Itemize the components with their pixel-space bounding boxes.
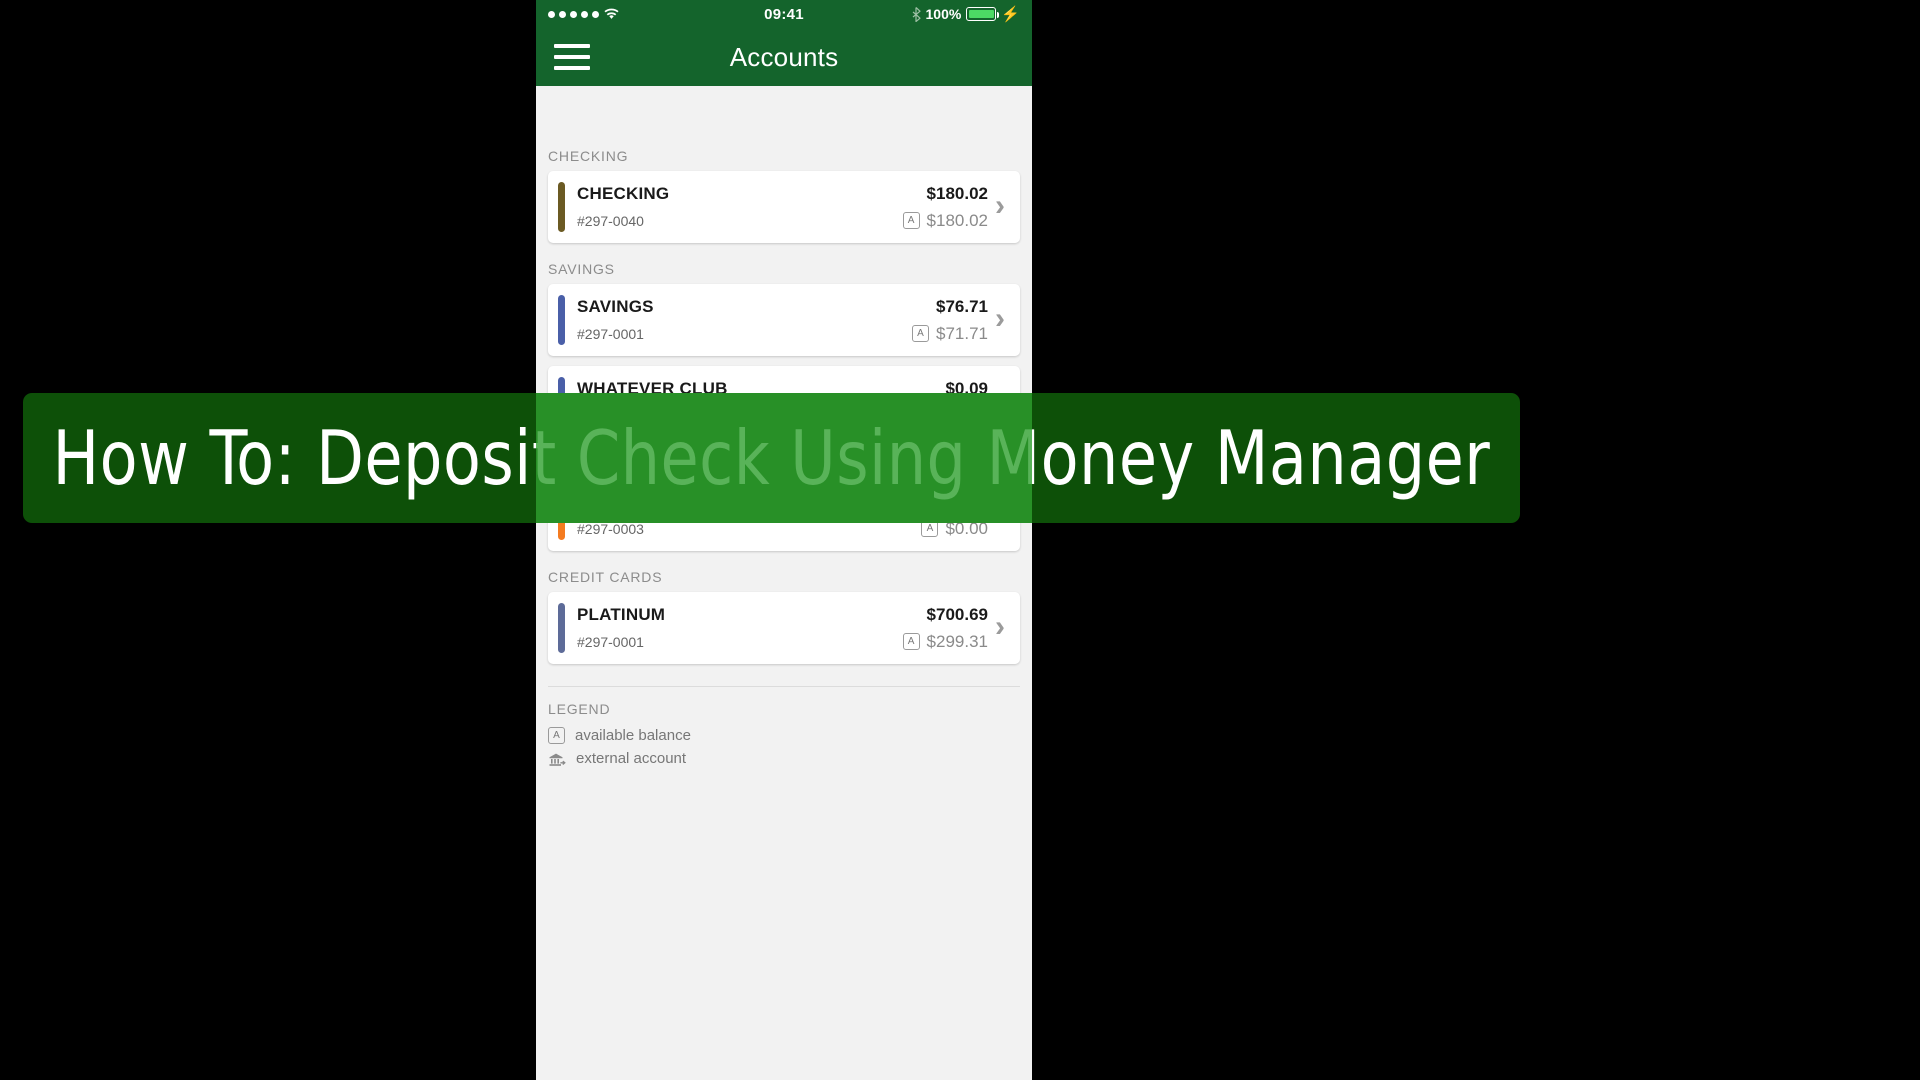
account-primary-row: CHECKING $180.02 [577,184,988,204]
available-balance: $180.02 [926,210,988,230]
account-details: CHECKING $180.02 #297-0040 A $180.02 [577,182,988,232]
battery-percent-label: 100% [925,6,962,22]
available-balance-badge-icon: A [548,727,565,744]
account-balance: $700.69 [926,604,988,624]
account-name: PLATINUM [577,604,666,624]
available-balance-badge-icon: A [902,212,920,229]
account-card[interactable]: PLATINUM $700.69 #297-0001 A $299.31 › [548,592,1020,664]
accounts-list: CHECKING CHECKING $180.02 #297-0040 A $180.02… [536,86,1032,1080]
section-label: SAVINGS [548,261,615,277]
account-details: SAVINGS $76.71 #297-0001 A $71.71 [577,295,988,345]
account-number: #297-0001 [577,633,644,650]
chevron-right-icon[interactable]: › [988,603,1012,653]
bluetooth-icon [912,6,921,22]
chevron-right-icon[interactable]: › [988,295,1012,345]
battery-icon [966,7,1000,21]
account-secondary-row: #297-0001 A $71.71 [577,324,988,344]
how-to-banner: How To: Deposit Check Using Money Manage… [23,393,1520,523]
account-card[interactable]: CHECKING $180.02 #297-0040 A $180.02 › [548,171,1020,243]
available-balance-group: A $299.31 [902,631,988,652]
account-details: PLATINUM $700.69 #297-0001 A $299.31 [577,603,988,653]
account-primary-row: PLATINUM $700.69 [577,605,988,625]
legend: LEGEND A available balance external acco… [536,686,1032,767]
account-balance: $180.02 [926,183,988,203]
legend-item-label: external account [576,750,687,767]
legend-item-label: available balance [575,727,691,744]
account-secondary-row: #297-0001 A $299.31 [577,632,988,652]
available-balance: $299.31 [926,631,988,651]
account-name: SAVINGS [577,296,654,316]
available-balance: $71.71 [936,323,988,343]
phone-screen: 09:41 100% ⚡ Accounts CHECKING CHECKING $1… [536,0,1032,1080]
account-number: #297-0001 [577,325,644,342]
account-color-bar [558,182,565,232]
status-bar-right: 100% ⚡ [912,5,1020,23]
account-primary-row: SAVINGS $76.71 [577,297,988,317]
section-label: CREDIT CARDS [548,569,663,585]
account-number: #297-0040 [577,212,644,229]
account-color-bar [558,603,565,653]
lightning-bolt-icon: ⚡ [1001,5,1020,23]
legend-item-available-balance: A available balance [548,727,1020,744]
legend-item-external-account: external account [548,750,1020,767]
navigation-bar: Accounts [536,28,1032,86]
screen: 09:41 100% ⚡ Accounts CHECKING CHECKING $1… [0,0,1920,1080]
legend-divider [548,686,1020,687]
available-balance-group: A $71.71 [912,324,988,344]
account-balance: $76.71 [936,296,988,316]
section-label: CHECKING [548,148,629,164]
available-balance-badge-icon: A [912,325,929,342]
account-section: CREDIT CARDS PLATINUM $700.69 #297-0001 A $29… [536,569,1032,664]
account-secondary-row: #297-0040 A $180.02 [577,211,988,231]
hamburger-menu-icon[interactable] [554,44,590,70]
account-color-bar [558,295,565,345]
account-card[interactable]: SAVINGS $76.71 #297-0001 A $71.71 › [548,284,1020,356]
external-account-bank-icon [548,751,566,767]
banner-title: How To: Deposit Check Using Money Manage… [52,413,1491,502]
available-balance-group: A $180.02 [902,210,988,231]
status-bar: 09:41 100% ⚡ [536,0,1032,28]
chevron-right-icon[interactable]: › [988,182,1012,232]
page-title: Accounts [729,41,839,72]
account-section: CHECKING CHECKING $180.02 #297-0040 A $180.02… [536,148,1032,243]
account-name: CHECKING [577,183,670,203]
legend-title: LEGEND [548,701,611,717]
available-balance-badge-icon: A [902,633,920,650]
